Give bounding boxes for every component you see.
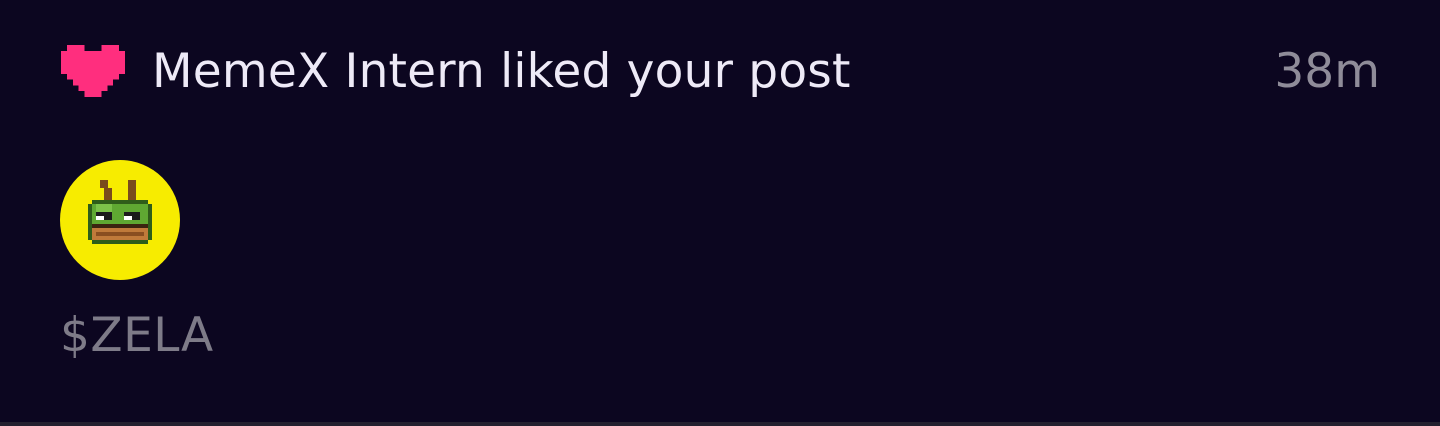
notification-item[interactable]: MemeX Intern liked your post 38m $ZELA <box>0 0 1440 426</box>
timestamp: 38m <box>1274 43 1380 99</box>
heart-icon <box>61 45 125 97</box>
token-ticker[interactable]: $ZELA <box>60 312 214 359</box>
token-avatar[interactable] <box>60 160 180 280</box>
divider <box>0 422 1440 426</box>
notification-header: MemeX Intern liked your post 38m <box>60 40 1380 102</box>
notification-message: MemeX Intern liked your post <box>152 43 851 99</box>
pixel-frog-icon <box>88 180 152 244</box>
